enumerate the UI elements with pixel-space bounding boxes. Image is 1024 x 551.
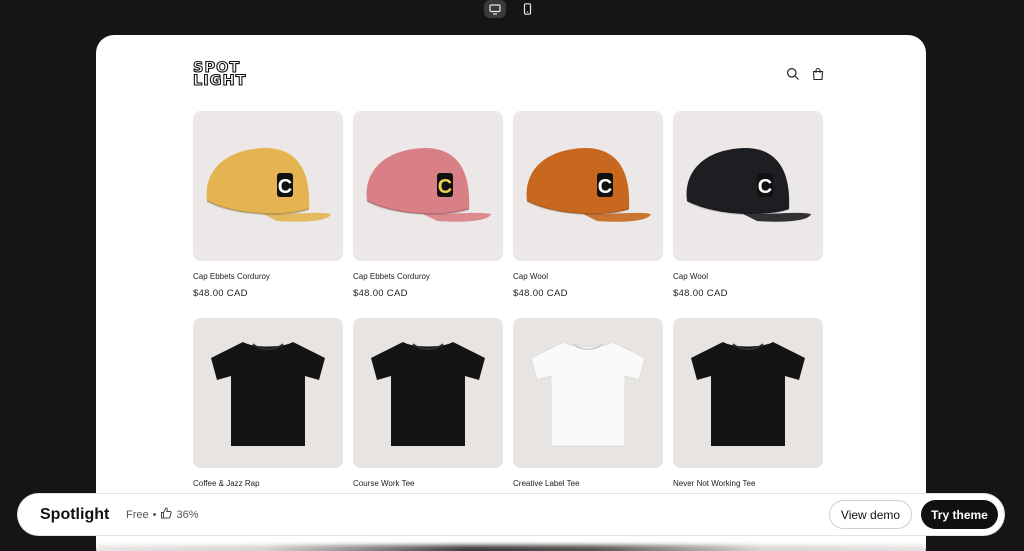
product-image[interactable]: C <box>673 111 823 261</box>
product-price: $48.00 CAD <box>673 288 728 299</box>
product-grid: C Cap Ebbets Corduroy $48.00 CAD C Cap E… <box>193 111 823 489</box>
theme-preview: SPOT LIGHT C Cap Ebbets Corduroy $48.00 … <box>96 35 926 551</box>
logo-line-2: LIGHT <box>192 73 247 89</box>
view-demo-button[interactable]: View demo <box>829 500 912 529</box>
product-price: $48.00 CAD <box>193 288 248 299</box>
device-toggle <box>484 0 538 18</box>
monitor-icon <box>489 3 501 15</box>
theme-rating: 36% <box>176 508 199 521</box>
theme-name: Spotlight <box>40 505 110 523</box>
svg-text:C: C <box>278 176 292 198</box>
thumbs-up-icon <box>160 507 173 522</box>
mobile-view-button[interactable] <box>516 0 538 18</box>
theme-meta: Free • 36% <box>126 507 199 522</box>
product-title[interactable]: Course Work Tee <box>353 479 503 489</box>
desktop-view-button[interactable] <box>484 0 506 18</box>
product-image[interactable]: C <box>193 111 343 261</box>
product-title[interactable]: Coffee & Jazz Rap <box>193 479 343 489</box>
cart-icon[interactable] <box>811 67 825 81</box>
store-header: SPOT LIGHT <box>192 60 825 94</box>
product-title[interactable]: Cap Wool <box>673 272 823 282</box>
product-card[interactable]: C Cap Ebbets Corduroy $48.00 CAD <box>193 111 343 318</box>
product-title[interactable]: Cap Wool <box>513 272 663 282</box>
svg-text:C: C <box>438 176 452 198</box>
product-card[interactable]: Coffee & Jazz Rap <box>193 318 343 489</box>
product-card[interactable]: Creative Label Tee <box>513 318 663 489</box>
product-card[interactable]: C Cap Ebbets Corduroy $48.00 CAD <box>353 111 503 318</box>
product-image[interactable] <box>353 318 503 468</box>
product-title[interactable]: Never Not Working Tee <box>673 479 823 489</box>
product-price: $48.00 CAD <box>353 288 408 299</box>
product-card[interactable]: Never Not Working Tee <box>673 318 823 489</box>
product-image[interactable] <box>513 318 663 468</box>
next-section-preview <box>96 545 926 551</box>
theme-info-bar: Spotlight Free • 36% View demo Try theme <box>18 494 1004 535</box>
product-card[interactable]: C Cap Wool $48.00 CAD <box>513 111 663 318</box>
product-title[interactable]: Cap Ebbets Corduroy <box>353 272 503 282</box>
product-image[interactable] <box>673 318 823 468</box>
theme-price: Free <box>126 508 149 521</box>
svg-text:C: C <box>758 176 772 198</box>
phone-icon <box>523 3 531 15</box>
product-card[interactable]: C Cap Wool $48.00 CAD <box>673 111 823 318</box>
search-icon[interactable] <box>786 67 800 81</box>
product-price: $48.00 CAD <box>513 288 568 299</box>
try-theme-button[interactable]: Try theme <box>921 500 998 529</box>
store-logo[interactable]: SPOT LIGHT <box>192 60 247 89</box>
product-image[interactable] <box>193 318 343 468</box>
product-image[interactable]: C <box>513 111 663 261</box>
svg-text:C: C <box>598 176 612 198</box>
product-title[interactable]: Cap Ebbets Corduroy <box>193 272 343 282</box>
product-title[interactable]: Creative Label Tee <box>513 479 663 489</box>
product-image[interactable]: C <box>353 111 503 261</box>
meta-separator: • <box>152 508 157 521</box>
product-card[interactable]: Course Work Tee <box>353 318 503 489</box>
